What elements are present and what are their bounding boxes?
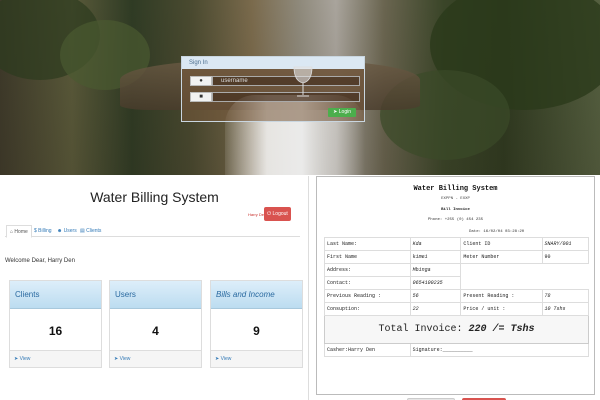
nav-tabs: ⌂ Home $ Billing ☻ Users ▤ Clients xyxy=(5,221,300,238)
logout-label: Logout xyxy=(272,211,288,217)
card-clients-title: Clients xyxy=(10,281,101,309)
signin-panel: Sign In ● username ■ ➤ Login xyxy=(181,56,365,122)
password-input[interactable] xyxy=(212,92,360,102)
dollar-icon: $ xyxy=(34,228,37,234)
empty-cell xyxy=(461,264,542,277)
contact-label: Contact: xyxy=(324,276,411,290)
previous-reading-label: Previous Reading : xyxy=(324,289,411,303)
tab-home[interactable]: ⌂ Home xyxy=(6,225,32,238)
invoice-subtitle: EXPPN - EXXP xyxy=(441,197,470,201)
view-icon: ➤ xyxy=(215,356,220,362)
card-clients-count: 16 xyxy=(48,324,63,338)
total-label: Total Invoice: xyxy=(378,324,463,335)
empty-cell xyxy=(542,264,588,277)
previous-reading-value: 56 xyxy=(409,289,462,303)
table-row: First Name kimei Meter Number 90 xyxy=(324,250,590,264)
clients-icon: ▤ xyxy=(80,228,85,234)
username-row: ● username xyxy=(190,76,360,86)
login-label: Login xyxy=(338,109,351,115)
empty-cell xyxy=(461,277,542,290)
signature: Signature:__________ xyxy=(409,343,590,357)
lock-icon: ■ xyxy=(190,92,212,102)
total-value: 220 /= Tshs xyxy=(468,324,535,335)
client-id-value: SNARY/001 xyxy=(541,237,590,251)
tab-clients-label: Clients xyxy=(86,228,102,234)
present-reading-value: 78 xyxy=(541,289,590,303)
price-label: Price / unit : xyxy=(460,302,543,316)
table-row: Address: Mbinga xyxy=(324,263,589,277)
tab-clients[interactable]: ▤ Clients xyxy=(80,226,101,237)
card-bills: Bills and Income 9 ➤ View xyxy=(210,280,303,368)
logout-button[interactable]: ⏻ Logout xyxy=(264,207,291,221)
address-label: Address: xyxy=(324,263,411,277)
invoice-panel: Water Billing System EXPPN - EXXP Bill I… xyxy=(316,176,595,400)
card-users-count: 4 xyxy=(152,324,159,338)
login-icon: ➤ xyxy=(333,109,338,115)
card-clients-view-link[interactable]: ➤ View xyxy=(10,350,101,367)
power-icon: ⏻ xyxy=(267,211,272,217)
password-row: ■ xyxy=(190,92,360,102)
card-bills-title: Bills and Income xyxy=(211,281,302,309)
card-clients: Clients 16 ➤ View xyxy=(9,280,102,368)
card-clients-view-label: View xyxy=(19,356,31,362)
first-name-label: First Name xyxy=(324,250,411,264)
user-icon: ● xyxy=(190,76,212,86)
cashier: Casher:Harry Den xyxy=(324,343,411,357)
meter-label: Meter Number xyxy=(460,250,543,264)
price-value: 10 Tshs xyxy=(541,302,590,316)
table-row: Contact: 0654100235 xyxy=(324,276,589,290)
tab-users-label: Users xyxy=(63,228,77,234)
username-input[interactable]: username xyxy=(212,76,360,86)
contact-value: 0654100235 xyxy=(409,276,462,290)
home-icon: ⌂ xyxy=(10,229,14,235)
tab-home-label: Home xyxy=(14,229,28,235)
welcome-message: Welcome Dear, Harry Den xyxy=(5,258,75,264)
table-row: Last Name: Kda Client ID SNARY/001 xyxy=(324,237,590,251)
tab-billing[interactable]: $ Billing xyxy=(34,226,52,237)
invoice-phone: Phone: +255 (0) 454 235 xyxy=(427,218,484,222)
users-icon: ☻ xyxy=(57,228,63,234)
app-title: Water Billing System xyxy=(90,189,219,205)
table-row: Total Invoice: 220 /= Tshs xyxy=(324,315,589,344)
consumption-value: 22 xyxy=(409,302,462,316)
address-value: Mbinga xyxy=(409,263,462,277)
table-row: Consuption: 22 Price / unit : 10 Tshs xyxy=(324,302,590,316)
meter-value: 90 xyxy=(541,250,590,264)
invoice-title: Water Billing System xyxy=(413,185,498,193)
card-users-title: Users xyxy=(110,281,201,309)
card-bills-view-label: View xyxy=(220,356,232,362)
table-row: Previous Reading : 56 Present Reading : … xyxy=(324,289,590,303)
login-background: Sign In ● username ■ ➤ Login xyxy=(0,0,600,175)
signin-title: Sign In xyxy=(182,57,364,69)
last-name-value: Kda xyxy=(409,237,462,251)
consumption-label: Consuption: xyxy=(324,302,411,316)
card-users-view-link[interactable]: ➤ View xyxy=(110,350,201,367)
wine-glass-icon xyxy=(293,66,313,97)
client-id-label: Client ID xyxy=(460,237,543,251)
first-name-value: kimei xyxy=(409,250,462,264)
card-users: Users 4 ➤ View xyxy=(109,280,202,368)
tab-billing-label: Billing xyxy=(38,228,52,234)
card-bills-count: 9 xyxy=(253,324,260,338)
invoice-table: Last Name: Kda Client ID SNARY/001 First… xyxy=(324,237,590,357)
invoice-heading: Bill Invoice xyxy=(441,208,470,212)
card-users-view-label: View xyxy=(119,356,131,362)
tab-users[interactable]: ☻ Users xyxy=(57,226,77,237)
last-name-label: Last Name: xyxy=(324,237,411,251)
empty-cell xyxy=(542,277,588,290)
view-icon: ➤ xyxy=(114,356,119,362)
total-invoice: Total Invoice: 220 /= Tshs xyxy=(324,315,589,344)
card-bills-view-link[interactable]: ➤ View xyxy=(211,350,302,367)
present-reading-label: Present Reading : xyxy=(460,289,543,303)
dashboard-panel: Water Billing System Harry Den ⏻ Logout … xyxy=(0,176,309,400)
table-row: Casher:Harry Den Signature:__________ xyxy=(324,343,590,357)
invoice-date: Date: 16/02/04 03:28:20 xyxy=(469,230,525,234)
view-icon: ➤ xyxy=(14,356,19,362)
login-button[interactable]: ➤ Login xyxy=(328,108,356,117)
